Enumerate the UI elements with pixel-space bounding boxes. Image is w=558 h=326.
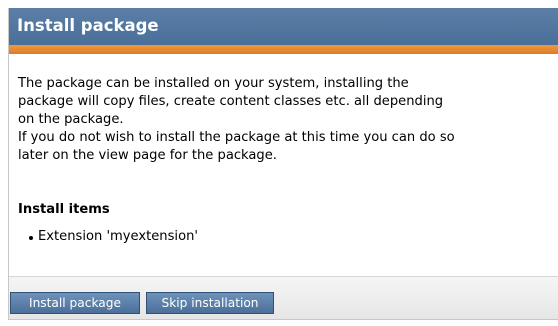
dialog-header: Install package (9, 8, 558, 45)
install-items-heading: Install items (18, 202, 110, 217)
bullet-icon (29, 236, 33, 240)
install-package-dialog: Install package The package can be insta… (8, 8, 558, 320)
dialog-footer: Install package Skip installation (9, 276, 558, 319)
description-line: on the package. (18, 112, 124, 127)
description-line: later on the view page for the package. (18, 148, 277, 163)
description-line: If you do not wish to install the packag… (18, 130, 455, 145)
dialog-title: Install package (17, 16, 159, 35)
skip-installation-button[interactable]: Skip installation (146, 292, 274, 314)
description-line: The package can be installed on your sys… (18, 76, 409, 91)
dialog-description: The package can be installed on your sys… (18, 75, 554, 165)
install-package-button[interactable]: Install package (10, 292, 140, 314)
install-item-label: Extension 'myextension' (38, 229, 198, 244)
header-accent-bar (9, 45, 558, 54)
description-line: package will copy files, create content … (18, 94, 444, 109)
